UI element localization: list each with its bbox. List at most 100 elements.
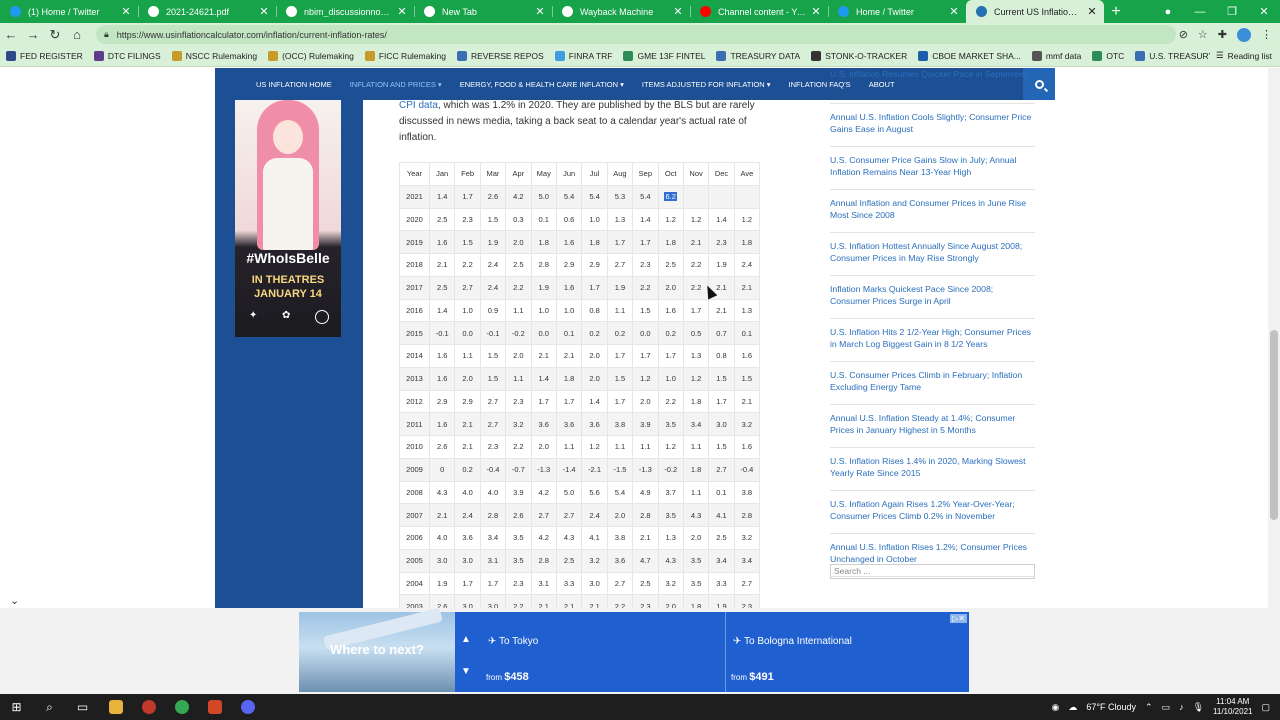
sidebar-post-link[interactable]: Inflation Marks Quickest Pace Since 2008… — [830, 283, 1035, 319]
recorder-app-icon[interactable] — [132, 694, 165, 720]
volume-icon[interactable]: ♪ — [1179, 702, 1184, 712]
site-nav-item[interactable]: ENERGY, FOOD & HEALTH CARE INFLATION ▾ — [460, 80, 624, 89]
close-tab-icon[interactable]: ✕ — [396, 5, 408, 18]
weather-text[interactable]: 67°F Cloudy — [1086, 702, 1136, 712]
triangle-down-icon[interactable]: ▼ — [461, 656, 471, 688]
browser-tab[interactable]: (1) Home / Twitter ✕ — [0, 0, 138, 23]
restore-icon[interactable]: ❐ — [1216, 5, 1248, 18]
cpi-data-link[interactable]: CPI data — [399, 100, 438, 111]
site-nav-item[interactable]: INFLATION AND PRICES ▾ — [350, 80, 442, 89]
close-tab-icon[interactable]: ✕ — [534, 5, 546, 18]
camera-blocked-icon[interactable]: ⊘ — [1179, 28, 1188, 41]
close-tab-icon[interactable]: ✕ — [258, 5, 270, 18]
triangle-up-icon[interactable]: ▲ — [461, 624, 471, 656]
chrome-tray-icon[interactable]: ◉ — [1052, 702, 1060, 713]
reading-list-button[interactable]: ☰ Reading list — [1209, 50, 1272, 61]
profile-menu-icon[interactable]: ● — [1152, 6, 1184, 18]
back-arrow-icon[interactable]: ← — [0, 27, 22, 42]
address-bar[interactable]: 🔒︎ https://www.usinflationcalculator.com… — [96, 25, 1176, 44]
table-cell: 3.2 — [581, 548, 608, 573]
inflation-rate-table: Year Jan Feb Mar Apr May Jun Jul Aug Sep Oct Nov Dec… — [399, 162, 761, 608]
browser-tab[interactable]: nbim_discussionnotes_5rry ✕ — [276, 0, 414, 23]
discord-icon[interactable] — [231, 694, 264, 720]
window-controls: ● — ❐ ✕ — [1152, 0, 1280, 23]
table-cell: 3.9 — [505, 480, 532, 505]
sidebar-post-link[interactable]: Annual U.S. Inflation Steady at 1.4%; Co… — [830, 412, 1035, 448]
ad-close-icon[interactable]: ▷✕ — [950, 614, 967, 623]
task-view-icon[interactable]: ▭ — [66, 694, 99, 720]
browser-tab[interactable]: Wayback Machine ✕ — [552, 0, 690, 23]
table-year-cell: 2015 — [399, 321, 430, 345]
bookmark-item[interactable]: FINRA TRF — [554, 51, 612, 61]
file-explorer-icon[interactable] — [99, 694, 132, 720]
bookmark-item[interactable]: NSCC Rulemaking — [171, 51, 257, 61]
sidebar-post-link[interactable]: U.S. Inflation Again Rises 1.2% Year-Ove… — [830, 498, 1035, 534]
extensions-icon[interactable]: ✚ — [1218, 28, 1227, 41]
chevron-up-icon[interactable]: ⌃ — [1145, 702, 1153, 713]
table-cell: 5.6 — [581, 480, 608, 505]
left-blue-panel: #WhoIsBelle IN THEATRES JANUARY 14 ✦ ✿ — [215, 68, 363, 608]
flight-ad[interactable]: Where to next? ▲ ▼ ✈ To Tokyo from $458 … — [299, 607, 969, 692]
reload-icon[interactable]: ↻ — [44, 27, 66, 43]
close-tab-icon[interactable]: ✕ — [672, 5, 684, 18]
sidebar-post-link[interactable]: U.S. Inflation Resumes Quicker Pace in S… — [830, 68, 1035, 104]
network-icon[interactable]: ▭ — [1162, 702, 1171, 713]
browser-tab[interactable]: 2021-24621.pdf ✕ — [138, 0, 276, 23]
avatar[interactable] — [1237, 27, 1251, 42]
forward-arrow-icon[interactable]: → — [22, 27, 44, 42]
table-year-cell: 2017 — [399, 275, 430, 300]
bookmark-star-icon[interactable]: ☆ — [1198, 28, 1208, 41]
sidebar-post-link[interactable]: Annual Inflation and Consumer Prices in … — [830, 197, 1035, 233]
chrome-icon[interactable] — [165, 694, 198, 720]
chevron-down-icon[interactable]: ⌄ — [10, 594, 19, 607]
sidebar-post-link[interactable]: U.S. Consumer Price Gains Slow in July; … — [830, 154, 1035, 190]
close-tab-icon[interactable]: ✕ — [948, 5, 960, 18]
powerpoint-icon[interactable] — [198, 694, 231, 720]
microphone-icon[interactable]: 🎙︎ — [1193, 702, 1204, 713]
site-nav-item[interactable]: US INFLATION HOME — [256, 80, 332, 89]
windows-start-icon[interactable]: ⊞ — [0, 694, 33, 720]
table-cell: 4.2 — [505, 184, 532, 209]
browser-tab[interactable]: New Tab ✕ — [414, 0, 552, 23]
bookmark-item[interactable]: FED REGISTER — [6, 51, 83, 61]
bookmark-item[interactable]: GME 13F FINTEL — [623, 51, 705, 61]
bookmark-item[interactable]: OTC — [1092, 51, 1124, 61]
close-tab-icon[interactable]: ✕ — [810, 5, 822, 18]
scrollbar-thumb[interactable] — [1270, 330, 1278, 520]
sidebar-search-input[interactable]: Search ... — [830, 564, 1035, 579]
close-window-icon[interactable]: ✕ — [1248, 5, 1280, 18]
bookmark-item[interactable]: FICC Rulemaking — [364, 51, 446, 61]
notification-icon[interactable]: ▢ — [1261, 702, 1270, 713]
home-icon[interactable]: ⌂ — [66, 27, 88, 42]
sidebar-post-link[interactable]: Annual U.S. Inflation Cools Slightly; Co… — [830, 111, 1035, 147]
browser-tab[interactable]: Channel content - YouTube ✕ — [690, 0, 828, 23]
browser-tab[interactable]: Home / Twitter ✕ — [828, 0, 966, 23]
sidebar-post-link[interactable]: U.S. Inflation Rises 1.4% in 2020, Marki… — [830, 455, 1035, 491]
menu-kebab-icon[interactable]: ⋮ — [1261, 28, 1272, 41]
close-tab-icon[interactable]: ✕ — [120, 5, 132, 18]
bookmark-item[interactable]: (OCC) Rulemaking — [268, 51, 354, 61]
ad-carousel-arrows[interactable]: ▲ ▼ — [461, 624, 471, 688]
bookmark-item[interactable]: DTC FILINGS — [93, 51, 161, 61]
browser-tab[interactable]: Current US Inflation Rates ✕ — [966, 0, 1104, 23]
minimize-icon[interactable]: — — [1184, 6, 1216, 18]
taskbar-clock[interactable]: 11:04 AM 11/10/2021 — [1213, 697, 1252, 717]
bookmark-item[interactable]: TREASURY DATA — [716, 51, 800, 61]
page-scrollbar[interactable] — [1268, 68, 1280, 608]
search-icon[interactable]: ⌕ — [33, 694, 66, 720]
bookmark-item[interactable]: CBOE MARKET SHA... — [918, 51, 1021, 61]
table-cell: 1.8 — [530, 230, 557, 254]
sidebar-post-link[interactable]: U.S. Inflation Hottest Annually Since Au… — [830, 240, 1035, 276]
bookmark-item[interactable]: mmf data — [1031, 51, 1081, 61]
sidebar-post-link[interactable]: U.S. Inflation Hits 2 1/2-Year High; Con… — [830, 326, 1035, 362]
sidebar-post-link[interactable]: U.S. Consumer Prices Climb in February; … — [830, 369, 1035, 405]
bookmark-item[interactable]: STONK-O-TRACKER — [811, 51, 907, 61]
selected-text-highlight[interactable]: 6.2 — [664, 192, 677, 202]
site-nav-item[interactable]: ITEMS ADJUSTED FOR INFLATION ▾ — [642, 80, 771, 89]
bookmark-item[interactable]: REVERSE REPOS — [456, 51, 544, 61]
table-cell: -1.3 — [530, 457, 557, 482]
new-tab-button[interactable]: + — [1104, 0, 1128, 23]
belle-movie-ad[interactable]: #WhoIsBelle IN THEATRES JANUARY 14 ✦ ✿ — [235, 100, 341, 337]
table-cell: 2.4 — [479, 275, 507, 300]
close-tab-icon[interactable]: ✕ — [1086, 5, 1098, 18]
